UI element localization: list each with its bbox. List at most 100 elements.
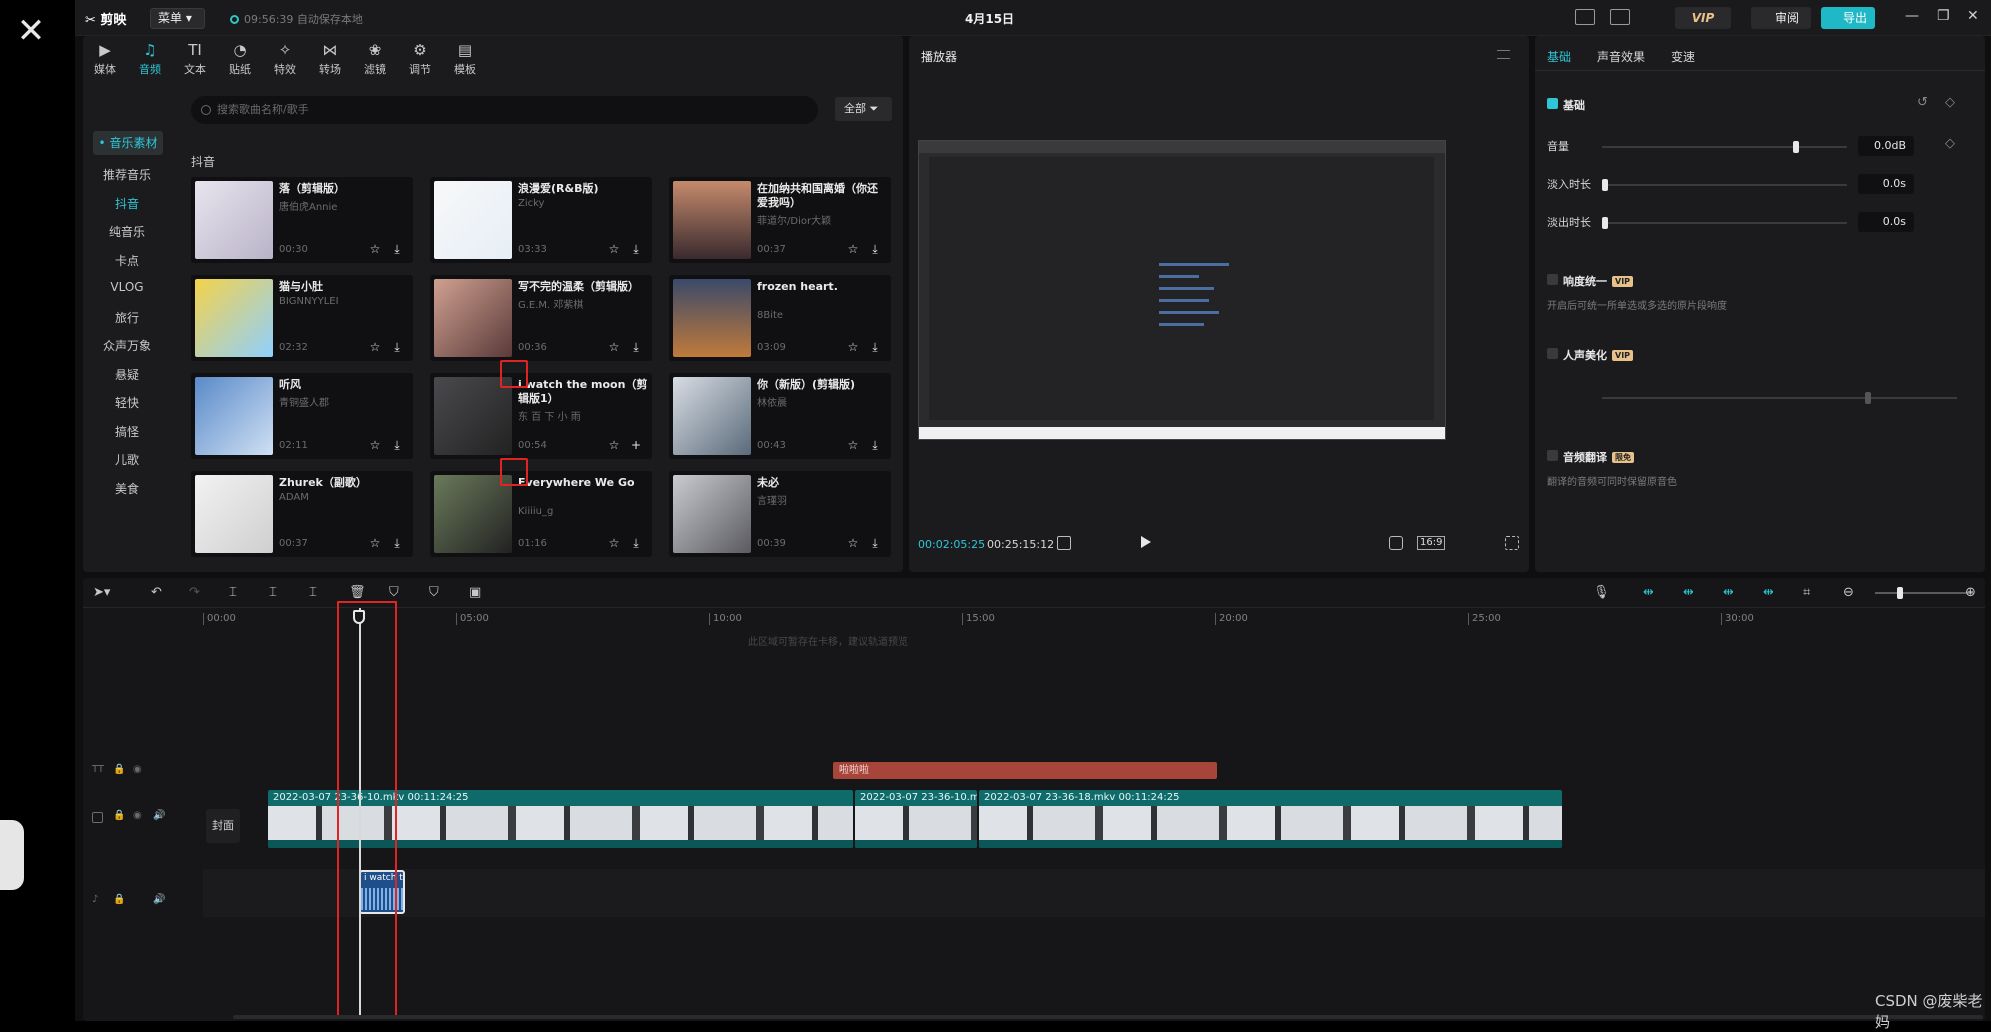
download-icon[interactable]: ⤓ — [389, 535, 405, 551]
zoom-slider[interactable] — [1875, 587, 1973, 599]
favorite-icon[interactable]: ☆ — [845, 437, 861, 453]
favorite-icon[interactable]: ☆ — [367, 535, 383, 551]
time-ruler[interactable]: 00:00 05:00 10:00 15:00 20:00 25:00 30:00 — [203, 608, 1985, 630]
volume-slider[interactable] — [1602, 141, 1847, 153]
song-card[interactable]: Zhurek（副歌） ADAM 00:37 ☆ ⤓ — [191, 471, 413, 557]
speaker-icon[interactable]: 🔊 — [153, 894, 165, 905]
song-card[interactable]: 你（新版）(剪辑版) 林依晨 00:43 ☆ ⤓ — [669, 373, 891, 459]
favorite-icon[interactable]: ☆ — [845, 535, 861, 551]
song-card[interactable]: 落（剪辑版） 唐伯虎Annie 00:30 ☆ ⤓ — [191, 177, 413, 263]
favorite-icon[interactable]: ☆ — [367, 339, 383, 355]
microphone-icon[interactable]: 🎙 — [1593, 585, 1610, 601]
add-icon[interactable]: + — [628, 437, 644, 453]
crop-icon[interactable]: ▣ — [469, 585, 481, 601]
category-item[interactable]: 悬疑 — [97, 366, 157, 383]
play-icon[interactable] — [1141, 536, 1151, 548]
category-item[interactable]: 纯音乐 — [97, 223, 157, 240]
lock-icon[interactable]: 🔒 — [113, 810, 125, 821]
category-item[interactable]: 轻快 — [97, 394, 157, 411]
split-icon[interactable]: ⌶ — [229, 585, 237, 601]
export-button[interactable]: 导出 — [1821, 7, 1875, 29]
favorite-icon[interactable]: ☆ — [606, 535, 622, 551]
eye-icon[interactable]: ◉ — [133, 810, 142, 821]
voice-slider[interactable] — [1602, 392, 1957, 404]
zoom-out-icon[interactable]: ⊖ — [1843, 585, 1854, 601]
category-item[interactable]: VLOG — [97, 280, 157, 294]
song-card[interactable]: 猫与小肚 BIGNNYYLEI 02:32 ☆ ⤓ — [191, 275, 413, 361]
favorite-icon[interactable]: ☆ — [845, 241, 861, 257]
lock-icon[interactable]: 🔒 — [113, 894, 125, 905]
minimize-icon[interactable]: — — [1905, 8, 1919, 24]
tab-adjust[interactable]: ⚙ 调节 — [395, 40, 445, 77]
song-card[interactable]: 浪漫爱(R&B版) Zicky 03:33 ☆ ⤓ — [430, 177, 652, 263]
song-card[interactable]: 写不完的温柔（剪辑版） G.E.M. 邓紫棋 00:36 ☆ ⤓ — [430, 275, 652, 361]
tab-effects[interactable]: ✧ 特效 — [260, 40, 310, 77]
tab-sound-effects[interactable]: 声音效果 — [1597, 48, 1645, 65]
link-icon[interactable]: ⇹ — [1723, 585, 1734, 601]
tab-sticker[interactable]: ◔ 贴纸 — [215, 40, 265, 77]
tab-audio[interactable]: ♫ 音频 — [125, 40, 175, 77]
download-icon[interactable]: ⤓ — [389, 241, 405, 257]
cover-button[interactable]: 封面 — [206, 809, 240, 843]
select-tool-icon[interactable]: ➤▾ — [93, 585, 110, 601]
fade-out-value[interactable]: 0.0s — [1858, 212, 1914, 232]
link-main-icon[interactable]: ⇹ — [1643, 585, 1654, 601]
menu-button[interactable]: 菜单 ▾ — [150, 8, 205, 29]
category-item[interactable]: 卡点 — [97, 252, 157, 269]
fade-in-slider[interactable] — [1602, 179, 1847, 191]
keyboard-icon[interactable] — [1575, 9, 1595, 25]
voice-knob[interactable] — [1865, 392, 1871, 404]
split-left-icon[interactable]: ⌶ — [269, 585, 277, 601]
text-clip[interactable]: 啦啦啦 — [833, 762, 1217, 779]
eye-icon[interactable]: ◉ — [133, 764, 142, 775]
favorite-icon[interactable]: ☆ — [606, 437, 622, 453]
song-card[interactable]: 未必 言瑾羽 00:39 ☆ ⤓ — [669, 471, 891, 557]
lock-icon[interactable]: 🔒 — [113, 764, 125, 775]
basic-checkbox[interactable] — [1547, 98, 1558, 109]
category-item[interactable]: 抖音 — [97, 195, 157, 212]
fade-out-slider[interactable] — [1602, 217, 1847, 229]
download-icon[interactable]: ⤓ — [867, 339, 883, 355]
song-card[interactable]: 在加纳共和国离婚（你还爱我吗） 菲道尔/Dior大颖 00:37 ☆ ⤓ — [669, 177, 891, 263]
search-input[interactable]: 搜索歌曲名称/歌手 — [191, 96, 818, 124]
review-button[interactable]: 审阅 — [1751, 7, 1811, 29]
reset-icon[interactable]: ↺ — [1917, 95, 1928, 110]
favorite-icon[interactable]: ☆ — [606, 339, 622, 355]
category-item[interactable]: 美食 — [97, 480, 157, 497]
keyframe-icon[interactable]: ◇ — [1945, 95, 1955, 110]
delete-icon[interactable]: 🗑 — [349, 585, 366, 601]
volume-knob[interactable] — [1793, 141, 1800, 153]
tab-media[interactable]: ▶ 媒体 — [80, 40, 130, 77]
category-item[interactable]: 推荐音乐 — [97, 166, 157, 183]
download-icon[interactable]: ⤓ — [628, 535, 644, 551]
category-item[interactable]: 旅行 — [97, 309, 157, 326]
layout-icon[interactable] — [1610, 9, 1630, 25]
maximize-icon[interactable]: ❐ — [1937, 8, 1950, 24]
tab-template[interactable]: ▤ 模板 — [440, 40, 490, 77]
download-icon[interactable]: ⤓ — [867, 437, 883, 453]
close-icon[interactable]: ✕ — [12, 12, 50, 50]
favorite-icon[interactable]: ☆ — [845, 339, 861, 355]
preview-axis-icon[interactable]: ⇹ — [1763, 585, 1774, 601]
song-card[interactable]: i watch the moon（剪辑版1） 东 百 下 小 雨 00:54 ☆ + — [430, 373, 652, 459]
download-icon[interactable]: ⤓ — [389, 437, 405, 453]
zoom-in-icon[interactable]: ⊕ — [1965, 585, 1976, 601]
keyframe-icon[interactable]: ◇ — [1945, 136, 1955, 151]
download-icon[interactable]: ⤓ — [867, 535, 883, 551]
favorite-icon[interactable]: ☆ — [606, 241, 622, 257]
fullscreen-icon[interactable] — [1505, 536, 1519, 550]
download-icon[interactable]: ⤓ — [628, 339, 644, 355]
redo-icon[interactable]: ↷ — [189, 585, 200, 601]
favorite-icon[interactable]: ☆ — [367, 241, 383, 257]
category-item[interactable]: 众声万象 — [97, 337, 157, 354]
filter-button[interactable]: 全部 ⏷ — [835, 97, 892, 121]
tab-text[interactable]: TI 文本 — [170, 40, 220, 77]
mark-icon[interactable]: ⛉ — [389, 585, 399, 601]
speaker-icon[interactable]: 🔊 — [153, 810, 165, 821]
tab-basic[interactable]: 基础 — [1547, 48, 1571, 65]
loudness-checkbox[interactable] — [1547, 274, 1558, 285]
category-item[interactable]: 儿歌 — [97, 451, 157, 468]
favorite-icon[interactable]: ☆ — [367, 437, 383, 453]
menu-icon[interactable] — [1497, 50, 1510, 59]
split-right-icon[interactable]: ⌶ — [309, 585, 317, 601]
